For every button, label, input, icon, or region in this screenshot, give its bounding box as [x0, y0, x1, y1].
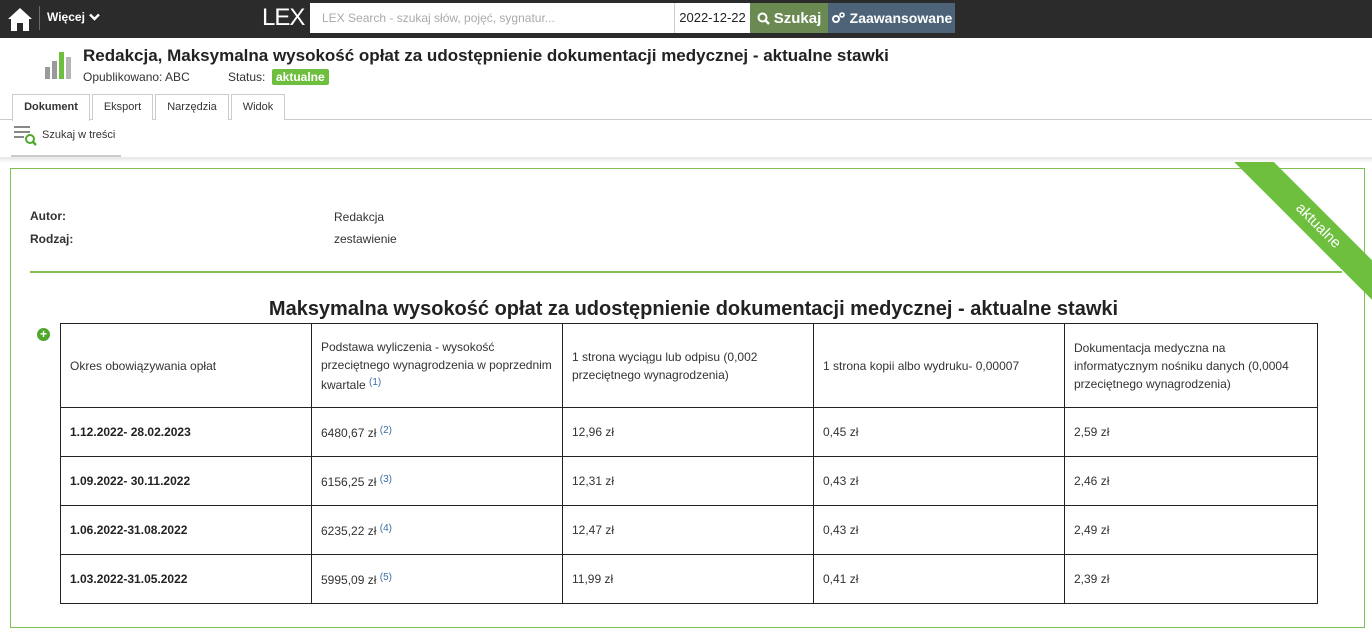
more-menu-button[interactable]: Więcej — [47, 10, 100, 24]
base-value: 6235,22 zł — [321, 524, 377, 538]
base-cell: 6480,67 zł (2) — [311, 407, 563, 457]
expand-plus-icon[interactable]: + — [37, 328, 50, 341]
extract-cell: 12,31 zł — [562, 456, 814, 506]
search-input[interactable] — [310, 3, 674, 33]
extract-cell: 12,96 zł — [562, 407, 814, 457]
period-cell: 1.09.2022- 30.11.2022 — [60, 456, 312, 506]
home-icon[interactable] — [6, 5, 34, 33]
date-field[interactable]: 2022-12-22 — [674, 3, 750, 33]
base-value: 6156,25 zł — [321, 475, 377, 489]
toolbar-shadow — [0, 157, 1372, 163]
author-value: Redakcja — [334, 210, 385, 224]
lex-logo[interactable]: LEX — [262, 4, 305, 32]
footnote-link[interactable]: (5) — [380, 572, 392, 583]
header-digital: Dokumentacja medyczna na informatycznym … — [1064, 323, 1318, 408]
gears-icon — [831, 12, 845, 23]
divider — [39, 6, 40, 30]
status-ribbon-label: aktualne — [1230, 162, 1372, 302]
footnote-link[interactable]: (1) — [369, 377, 381, 388]
period-cell: 1.12.2022- 28.02.2023 — [60, 407, 312, 457]
digital-cell: 2,46 zł — [1064, 456, 1318, 506]
document-chart-icon — [45, 52, 71, 79]
search-list-icon — [14, 126, 37, 146]
status-label: Status: — [228, 70, 266, 84]
type-label: Rodzaj: — [30, 232, 74, 246]
tab-eksport[interactable]: Eksport — [92, 94, 153, 120]
header-base: Podstawa wyliczenia - wysokość przeciętn… — [311, 323, 563, 408]
search-button-label: Szukaj — [773, 9, 822, 27]
search-icon — [757, 12, 770, 25]
top-bar: Więcej LEX 2022-12-22 Szukaj Zaawansowan… — [0, 0, 1372, 38]
base-cell: 6156,25 zł (3) — [311, 456, 563, 506]
section-divider — [30, 271, 1342, 273]
copy-cell: 0,43 zł — [813, 505, 1065, 555]
search-in-content-button[interactable]: Szukaj w treści — [14, 124, 115, 146]
digital-cell: 2,49 zł — [1064, 505, 1318, 555]
table-row: 1.12.2022- 28.02.2023 6480,67 zł (2) 12,… — [60, 407, 1318, 457]
more-menu-label: Więcej — [47, 10, 85, 24]
table-row: 1.03.2022-31.05.2022 5995,09 zł (5) 11,9… — [60, 554, 1318, 604]
published-info: Opublikowano: ABC — [83, 70, 190, 84]
table-header-row: Okres obowiązywania opłat Podstawa wylic… — [60, 323, 1318, 408]
copy-cell: 0,45 zł — [813, 407, 1065, 457]
copy-cell: 0,41 zł — [813, 554, 1065, 604]
base-value: 5995,09 zł — [321, 573, 377, 587]
footnote-link[interactable]: (3) — [380, 474, 392, 485]
search-in-content-label: Szukaj w treści — [42, 129, 116, 141]
table-row: 1.09.2022- 30.11.2022 6156,25 zł (3) 12,… — [60, 456, 1318, 506]
fees-table: Okres obowiązywania opłat Podstawa wylic… — [60, 323, 1318, 604]
document-title: Redakcja, Maksymalna wysokość opłat za u… — [83, 46, 889, 65]
header-extract: 1 strona wyciągu lub odpisu (0,002 przec… — [562, 323, 814, 408]
header-period: Okres obowiązywania opłat — [60, 323, 312, 408]
base-cell: 5995,09 zł (5) — [311, 554, 563, 604]
tab-widok[interactable]: Widok — [231, 94, 285, 120]
header-copy: 1 strona kopii albo wydruku- 0,00007 — [813, 323, 1065, 408]
table-row: 1.06.2022-31.08.2022 6235,22 zł (4) 12,4… — [60, 505, 1318, 555]
tab-narzedzia[interactable]: Narzędzia — [155, 94, 229, 120]
base-value: 6480,67 zł — [321, 426, 377, 440]
digital-cell: 2,59 zł — [1064, 407, 1318, 457]
table-title: Maksymalna wysokość opłat za udostępnien… — [268, 298, 1119, 320]
status-badge: aktualne — [272, 69, 329, 85]
advanced-search-label: Zaawansowane — [849, 10, 953, 26]
extract-cell: 11,99 zł — [562, 554, 814, 604]
type-value: zestawienie — [334, 232, 397, 246]
tab-dokument[interactable]: Dokument — [12, 94, 90, 121]
period-cell: 1.03.2022-31.05.2022 — [60, 554, 312, 604]
advanced-search-button[interactable]: Zaawansowane — [828, 3, 955, 33]
footnote-link[interactable]: (2) — [380, 425, 392, 436]
header-base-text: Podstawa wyliczenia - wysokość przeciętn… — [321, 339, 552, 392]
base-cell: 6235,22 zł (4) — [311, 505, 563, 555]
digital-cell: 2,39 zł — [1064, 554, 1318, 604]
extract-cell: 12,47 zł — [562, 505, 814, 555]
footnote-link[interactable]: (4) — [380, 523, 392, 534]
status-ribbon: aktualne — [1228, 162, 1372, 302]
copy-cell: 0,43 zł — [813, 456, 1065, 506]
search-button[interactable]: Szukaj — [750, 3, 828, 33]
author-label: Autor: — [30, 209, 66, 223]
chevron-down-icon — [89, 13, 100, 21]
period-cell: 1.06.2022-31.08.2022 — [60, 505, 312, 555]
